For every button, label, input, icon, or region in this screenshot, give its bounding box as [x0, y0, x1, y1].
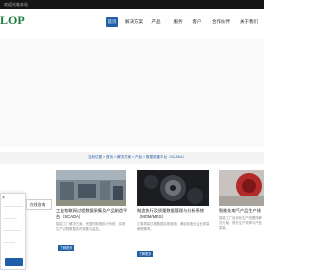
nav-item-solutions[interactable]: 解决方案 — [124, 17, 144, 27]
chat-divider — [3, 242, 15, 243]
learn-more-button-mes[interactable]: 了解更多 — [137, 251, 153, 257]
nav-item-partners[interactable]: 合作伙伴 — [211, 17, 231, 27]
close-icon[interactable]: × — [2, 195, 5, 201]
chat-panel[interactable]: × — [0, 193, 26, 270]
card-title-scada[interactable]: 工业物联网过程数据采集及产品制造平台（SCADA） — [56, 208, 128, 220]
chat-divider — [3, 206, 23, 207]
chat-send-button[interactable] — [5, 258, 23, 266]
top-bar-text: 欢迎光临本站 — [4, 2, 28, 7]
chat-divider — [3, 230, 21, 231]
card-image-mes[interactable] — [137, 170, 209, 206]
nav-item-products[interactable]: 产品 — [150, 17, 162, 27]
card-desc-production-line: 智能工厂自动化生产线整体解决方案，提升生产效率与产品质量。 — [219, 216, 262, 230]
nav-item-home[interactable]: 首页 — [106, 17, 118, 27]
hero-banner — [0, 39, 264, 147]
card-desc-mes: 汇集质量过程数据实现追溯，满足制造业企业质量管理需求。 — [137, 222, 210, 231]
chat-tab-label: 在线咨询 — [30, 203, 46, 207]
nav-item-customers[interactable]: 客户 — [191, 17, 203, 27]
company-logo[interactable]: LOP — [0, 13, 25, 28]
nav-item-about[interactable]: 关于我们 — [236, 17, 262, 27]
learn-more-button-scada[interactable]: 了解更多 — [58, 245, 74, 251]
card-image-production-line[interactable] — [219, 170, 264, 206]
card-image-scada[interactable] — [56, 170, 126, 206]
card-title-production-line[interactable]: 智能化电气产品生产线 — [219, 208, 264, 214]
card-title-mes[interactable]: 制造执行及质量数据管理与分析系统（MOM/MES） — [137, 208, 211, 220]
chat-tab[interactable]: 在线咨询 — [26, 199, 52, 210]
chat-divider — [3, 218, 17, 219]
top-bar: 欢迎光临本站 — [0, 0, 264, 9]
card-desc-scada: 智能工厂解决方案，完整的制造执行系统，实现生产过程数据实时采集与监控。 — [56, 222, 126, 231]
nav-item-services[interactable]: 服务 — [172, 17, 184, 27]
breadcrumb: 当前位置 > 首页 > 解决方案 > 产品 > 数据采集平台（SCADA） — [88, 155, 187, 159]
